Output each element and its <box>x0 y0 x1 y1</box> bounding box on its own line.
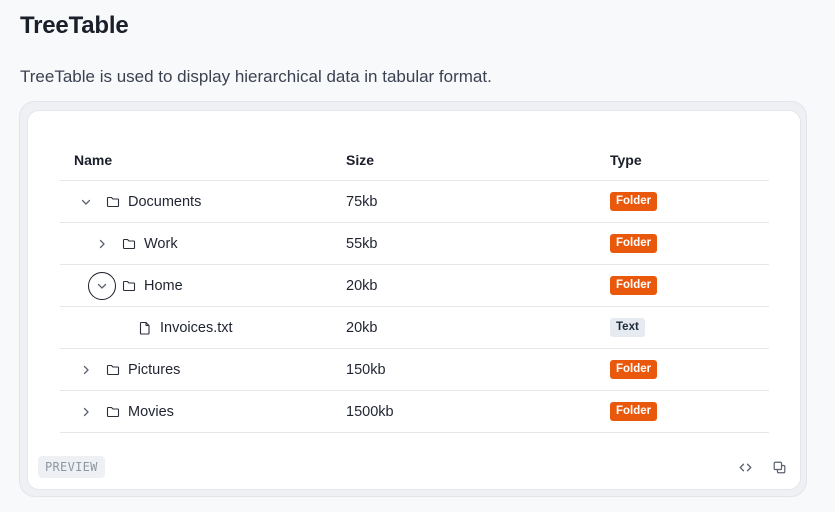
type-badge: Folder <box>610 359 658 380</box>
folder-icon <box>106 196 120 207</box>
folder-icon <box>106 364 120 375</box>
tree-table: Name Size Type Documents 75kb Folder Work 55… <box>60 140 769 433</box>
size-cell: 20kb <box>346 277 378 294</box>
type-badge: Folder <box>610 401 658 422</box>
row-toggler-button[interactable] <box>88 271 116 300</box>
type-cell: Folder <box>610 181 658 222</box>
view-code-button[interactable] <box>736 458 754 476</box>
name-cell: Documents <box>60 181 340 222</box>
file-icon <box>139 321 150 335</box>
name-cell: Home <box>60 265 340 306</box>
folder-icon <box>122 280 136 291</box>
type-cell: Folder <box>610 265 658 306</box>
size-cell: 55kb <box>346 235 378 252</box>
type-badge: Folder <box>610 191 658 212</box>
name-cell: Movies <box>60 391 340 432</box>
table-row: Home 20kb Folder <box>60 265 769 307</box>
type-badge: Folder <box>610 233 658 254</box>
folder-icon <box>106 406 120 417</box>
row-name: Movies <box>128 403 174 420</box>
name-cell: Pictures <box>60 349 340 390</box>
table-row: Work 55kb Folder <box>60 223 769 265</box>
table-row: Movies 1500kb Folder <box>60 391 769 433</box>
column-header-name: Name <box>74 152 113 168</box>
size-cell: 150kb <box>346 361 386 378</box>
chevron-down-icon <box>81 199 91 205</box>
folder-icon <box>122 238 136 249</box>
row-toggler-button[interactable] <box>88 230 116 258</box>
type-cell: Folder <box>610 391 658 432</box>
row-name: Home <box>144 277 183 294</box>
code-icon <box>739 463 751 471</box>
chevron-right-icon <box>99 239 105 248</box>
page-description: TreeTable is used to display hierarchica… <box>20 67 492 86</box>
copy-icon <box>773 461 785 473</box>
type-badge: Folder <box>610 275 658 296</box>
chevron-right-icon <box>83 407 89 416</box>
type-cell: Folder <box>610 223 658 264</box>
size-cell: 20kb <box>346 319 378 336</box>
column-header-size: Size <box>346 152 375 168</box>
page-title: TreeTable <box>20 12 129 39</box>
chevron-down-icon <box>97 283 107 289</box>
size-cell: 1500kb <box>346 403 394 420</box>
table-row: Documents 75kb Folder <box>60 181 769 223</box>
copy-button[interactable] <box>770 458 788 476</box>
column-header-type: Type <box>610 152 642 168</box>
type-badge: Text <box>610 317 645 338</box>
size-cell: 75kb <box>346 193 378 210</box>
table-body: Documents 75kb Folder Work 55kb Folder Home 20k… <box>60 181 769 433</box>
row-name: Invoices.txt <box>160 319 233 336</box>
name-cell: Invoices.txt <box>60 307 340 348</box>
type-cell: Text <box>610 307 645 348</box>
chevron-right-icon <box>83 365 89 374</box>
table-header: Name Size Type <box>60 140 769 181</box>
row-name: Documents <box>128 193 202 210</box>
row-toggler-button[interactable] <box>72 356 100 384</box>
table-row: Pictures 150kb Folder <box>60 349 769 391</box>
row-toggler-button[interactable] <box>72 398 100 426</box>
table-row: Invoices.txt 20kb Text <box>60 307 769 349</box>
row-name: Work <box>144 235 178 252</box>
name-cell: Work <box>60 223 340 264</box>
row-name: Pictures <box>128 361 181 378</box>
preview-tag: PREVIEW <box>38 456 105 478</box>
row-toggler-button[interactable] <box>72 188 100 216</box>
type-cell: Folder <box>610 349 658 390</box>
